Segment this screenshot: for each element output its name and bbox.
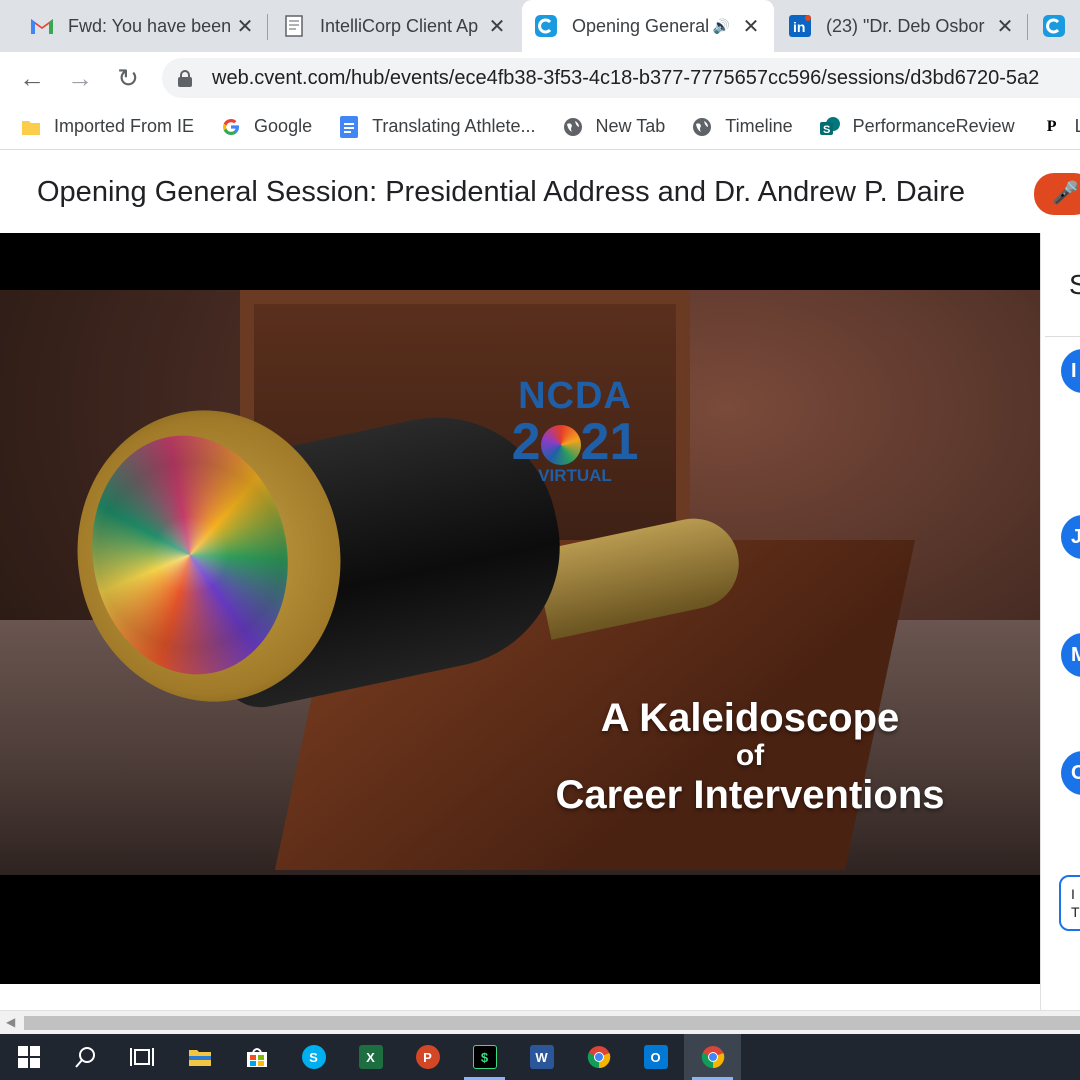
- globe-icon: [562, 116, 584, 138]
- svg-text:in: in: [793, 19, 805, 35]
- speaker-icon[interactable]: 🔊: [713, 18, 730, 35]
- logo-year-right: 21: [580, 413, 639, 471]
- cvent-icon: [1042, 14, 1066, 38]
- avatar[interactable]: J: [1061, 515, 1080, 559]
- document-icon: [282, 14, 306, 38]
- bookmark-timeline[interactable]: Timeline: [691, 116, 793, 138]
- outlook-icon[interactable]: O: [627, 1034, 684, 1080]
- panel-title: S: [1069, 269, 1080, 301]
- tab-separator: [1027, 14, 1028, 40]
- avatar[interactable]: I: [1061, 349, 1080, 393]
- url-text[interactable]: web.cvent.com/hub/events/ece4fb38-3f53-4…: [212, 67, 1039, 90]
- address-bar[interactable]: web.cvent.com/hub/events/ece4fb38-3f53-4…: [162, 58, 1080, 98]
- overlay-line-3: Career Interventions: [555, 773, 945, 817]
- ask-question-button[interactable]: 🎤: [1034, 173, 1080, 215]
- powerpoint-icon[interactable]: P: [399, 1034, 456, 1080]
- tab-opening-general-session[interactable]: Opening General 🔊 ✕: [522, 0, 774, 52]
- app-s-icon[interactable]: $: [456, 1034, 513, 1080]
- tab-linkedin[interactable]: in (23) "Dr. Deb Osbor ✕: [776, 0, 1028, 52]
- bookmark-le[interactable]: P Le: [1041, 116, 1080, 138]
- avatar[interactable]: C: [1061, 751, 1080, 795]
- gmail-icon: [30, 14, 54, 38]
- forward-icon[interactable]: →: [56, 54, 104, 102]
- bookmark-label: Google: [254, 116, 313, 136]
- bookmark-label: New Tab: [595, 116, 666, 136]
- windows-taskbar: S X P $ W O: [0, 1034, 1080, 1080]
- store-icon[interactable]: [228, 1034, 285, 1080]
- scrollbar-thumb[interactable]: [24, 1016, 1080, 1030]
- chat-input[interactable]: I T: [1059, 875, 1080, 931]
- search-icon[interactable]: [57, 1034, 114, 1080]
- chat-input-line-2: T: [1071, 904, 1080, 920]
- bookmark-translating-athlete[interactable]: Translating Athlete...: [338, 115, 536, 138]
- bookmark-label: Translating Athlete...: [372, 116, 536, 136]
- microphone-icon: 🎤: [1052, 180, 1080, 205]
- bookmark-label: PerformanceReview: [852, 116, 1015, 136]
- windows-start-icon[interactable]: [0, 1034, 57, 1080]
- overlay-line-2: of: [735, 739, 765, 772]
- folder-icon: [20, 116, 42, 138]
- ncda-logo: NCDA 2 21 VIRTUAL: [505, 375, 645, 486]
- logo-year-left: 2: [511, 413, 541, 471]
- chat-input-line-1: I: [1071, 886, 1075, 902]
- word-icon[interactable]: W: [513, 1034, 570, 1080]
- sharepoint-icon: S: [819, 116, 841, 138]
- skype-icon[interactable]: S: [285, 1034, 342, 1080]
- bookmark-imported-from-ie[interactable]: Imported From IE: [20, 116, 194, 138]
- task-view-icon[interactable]: [114, 1034, 171, 1080]
- bookmark-performance-review[interactable]: S PerformanceReview: [819, 116, 1015, 138]
- tab-title: IntelliCorp Client Ap: [320, 15, 479, 36]
- tab-title: (23) "Dr. Deb Osbor: [826, 15, 985, 36]
- page-title: Opening General Session: Presidential Ad…: [37, 176, 965, 208]
- video-title-overlay: A Kaleidoscope of Career Interventions: [520, 695, 980, 819]
- tab-gmail[interactable]: Fwd: You have been ✕: [18, 0, 268, 52]
- bookmark-label: Le: [1075, 116, 1080, 137]
- chrome-icon[interactable]: [570, 1034, 627, 1080]
- browser-tab-strip: Fwd: You have been ✕ IntelliCorp Client …: [0, 0, 1080, 52]
- close-icon[interactable]: ✕: [740, 14, 762, 39]
- docs-icon: [338, 115, 360, 138]
- close-icon[interactable]: ✕: [234, 14, 256, 39]
- bookmark-google[interactable]: Google: [220, 116, 312, 138]
- logo-ncda-text: NCDA: [518, 375, 632, 417]
- excel-icon[interactable]: X: [342, 1034, 399, 1080]
- chrome-active-icon[interactable]: [684, 1034, 741, 1080]
- overlay-line-1: A Kaleidoscope: [600, 696, 900, 740]
- close-icon[interactable]: ✕: [486, 14, 508, 39]
- google-icon: [220, 116, 242, 138]
- chat-side-panel: S I J M C I T: [1040, 233, 1080, 1010]
- p-icon: P: [1046, 117, 1057, 135]
- svg-text:S: S: [823, 124, 830, 136]
- tab-title: Fwd: You have been: [68, 15, 232, 36]
- back-icon[interactable]: ←: [8, 54, 56, 102]
- close-icon[interactable]: ✕: [994, 14, 1016, 39]
- tab-separator: [267, 14, 268, 40]
- cvent-icon: [534, 14, 558, 38]
- bookmark-label: Imported From IE: [54, 116, 195, 136]
- file-explorer-icon[interactable]: [171, 1034, 228, 1080]
- tab-cvent-extra[interactable]: [1030, 0, 1080, 52]
- tab-intellicorp[interactable]: IntelliCorp Client Ap ✕: [270, 0, 520, 52]
- tab-title: Opening General: [572, 15, 710, 36]
- scroll-left-icon[interactable]: ◀: [6, 1015, 15, 1029]
- bookmark-label: Timeline: [725, 116, 793, 136]
- horizontal-scrollbar[interactable]: ◀: [0, 1010, 1080, 1034]
- reload-icon[interactable]: ↻: [104, 54, 152, 102]
- lock-icon[interactable]: [178, 70, 192, 87]
- panel-divider: [1045, 336, 1080, 337]
- logo-year: 2 21: [505, 416, 645, 468]
- mandala-icon: [540, 425, 581, 466]
- video-frame: NCDA 2 21 VIRTUAL A Kaleidoscope of Caree…: [0, 290, 1040, 875]
- browser-toolbar: ← → ↻ web.cvent.com/hub/events/ece4fb38-…: [0, 52, 1080, 104]
- video-player[interactable]: NCDA 2 21 VIRTUAL A Kaleidoscope of Caree…: [0, 233, 1040, 984]
- bookmarks-bar: Imported From IE Google Translating Athl…: [0, 104, 1080, 150]
- avatar[interactable]: M: [1061, 633, 1080, 677]
- bookmark-new-tab[interactable]: New Tab: [562, 116, 666, 138]
- globe-icon: [691, 116, 713, 138]
- session-header: Opening General Session: Presidential Ad…: [0, 155, 1080, 233]
- linkedin-icon: in: [788, 14, 812, 38]
